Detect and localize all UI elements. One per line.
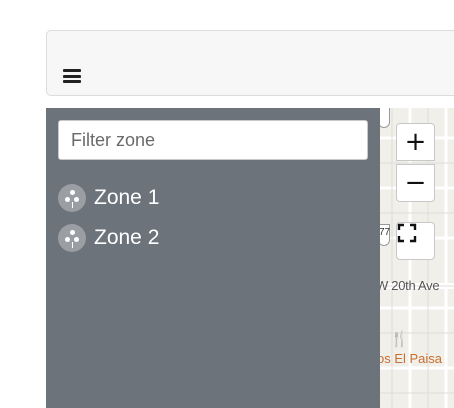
zone-list-item[interactable]: Zone 2 [58,218,159,258]
fullscreen-button[interactable] [396,222,435,260]
zone-label: Zone 1 [94,186,160,209]
zone-label: Zone 2 [94,226,160,249]
zone-list: Zone 1 Zone 2 [58,178,159,258]
map-view[interactable]: 77 W 20th Ave 🍴 os El Paisa + − [380,108,454,408]
zone-cluster-icon [58,184,86,212]
street-label: W 20th Ave [380,278,440,293]
filter-zone-input[interactable] [58,120,368,160]
zoom-out-button[interactable]: − [396,164,435,202]
zone-cluster-icon [58,224,86,252]
hamburger-menu-icon[interactable] [63,69,81,83]
zone-sidebar: Zone 1 Zone 2 [46,108,380,408]
top-navbar [46,30,454,96]
zoom-in-button[interactable]: + [396,123,435,161]
poi-label[interactable]: os El Paisa [380,351,442,366]
fullscreen-icon [397,223,417,243]
route-shield: 77 [380,224,390,246]
zone-list-item[interactable]: Zone 1 [58,178,159,218]
restaurant-icon[interactable]: 🍴 [390,330,409,348]
route-shield [380,108,390,128]
